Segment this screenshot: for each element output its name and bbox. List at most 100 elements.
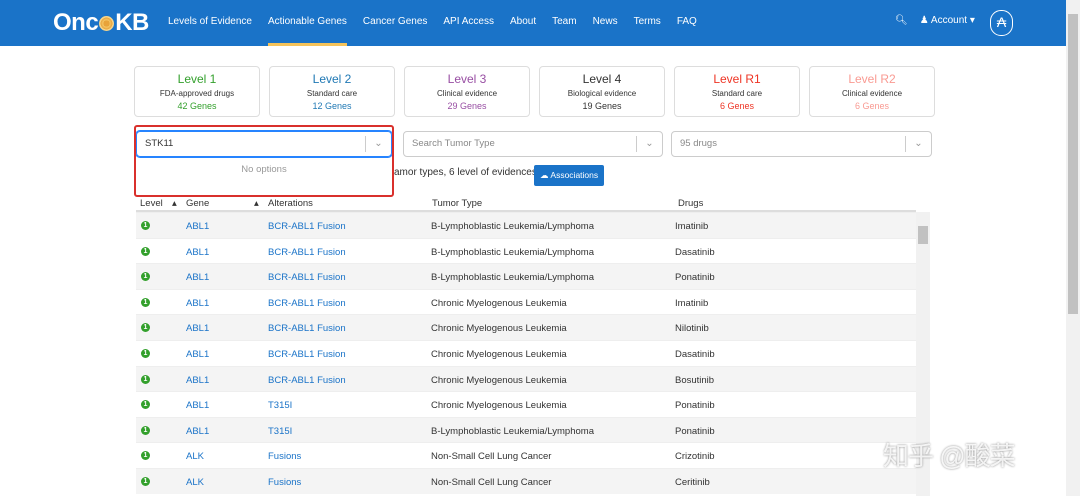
level-card[interactable]: Level 4 Biological evidence 19 Genes bbox=[539, 66, 665, 117]
alteration-link[interactable]: BCR-ABL1 Fusion bbox=[268, 272, 346, 283]
tumor-type: Chronic Myelogenous Leukemia bbox=[431, 374, 567, 386]
main-menu: Levels of Evidence Actionable Genes Cancer… bbox=[160, 0, 705, 46]
level-1-icon: 1 bbox=[141, 476, 150, 486]
level-card[interactable]: Level R2 Clinical evidence 6 Genes bbox=[809, 66, 935, 117]
gene-link[interactable]: ABL1 bbox=[186, 272, 209, 283]
associations-download-button[interactable]: ☁ Associations bbox=[534, 165, 605, 186]
alteration-link[interactable]: BCR-ABL1 Fusion bbox=[268, 323, 346, 334]
gene-link[interactable]: ABL1 bbox=[186, 400, 209, 411]
level-title: Level 3 bbox=[447, 72, 487, 86]
level-subtitle: Clinical evidence bbox=[841, 89, 903, 98]
alteration-link[interactable]: Fusions bbox=[268, 477, 301, 488]
tumor-type: Non-Small Cell Lung Cancer bbox=[431, 451, 552, 463]
top-navbar: Onc KB Levels of Evidence Actionable Genes… bbox=[0, 0, 1066, 46]
table-row: 1 ABL1 T315I B-Lymphoblastic Leukemia/Lymph… bbox=[136, 416, 916, 443]
nav-item-actionable-genes[interactable]: Actionable Genes bbox=[260, 0, 355, 46]
table-header: Level ▴ Gene ▴ Alterations Tumor Type Dr… bbox=[136, 195, 916, 212]
level-1-icon: 1 bbox=[141, 451, 150, 461]
watermark: 知乎 @酸菜 bbox=[883, 441, 1016, 471]
level-title: Level 4 bbox=[582, 72, 622, 86]
table-row: 1 ABL1 BCR-ABL1 Fusion B-Lymphoblastic Leuk… bbox=[136, 263, 916, 289]
drugs-select[interactable]: 95 drugs ⌄ bbox=[671, 131, 932, 157]
tumor-type-select[interactable]: Search Tumor Type ⌄ bbox=[403, 131, 663, 157]
level-subtitle: Biological evidence bbox=[567, 89, 637, 98]
alteration-link[interactable]: BCR-ABL1 Fusion bbox=[268, 247, 346, 258]
header-gene[interactable]: Gene bbox=[186, 198, 209, 209]
tumor-type: Chronic Myelogenous Leukemia bbox=[431, 400, 567, 412]
level-gene-count: 6 Genes bbox=[854, 101, 890, 111]
alteration-link[interactable]: BCR-ABL1 Fusion bbox=[268, 349, 346, 360]
tumor-type: B-Lymphoblastic Leukemia/Lymphoma bbox=[431, 221, 594, 232]
header-drugs[interactable]: Drugs bbox=[678, 198, 703, 209]
level-card[interactable]: Level R1 Standard care 6 Genes bbox=[674, 66, 800, 117]
table-row: 1 ALK Fusions Non-Small Cell Lung Cancer Cri… bbox=[136, 442, 916, 468]
level-title: Level 1 bbox=[177, 72, 217, 86]
gene-link[interactable]: ABL1 bbox=[186, 323, 209, 334]
level-card[interactable]: Level 2 Standard care 12 Genes bbox=[269, 66, 395, 117]
tumor-type: Chronic Myelogenous Leukemia bbox=[431, 348, 567, 360]
search-icon[interactable]: 🔍︎ bbox=[895, 15, 908, 26]
level-1-icon: 1 bbox=[141, 297, 150, 307]
mskcc-logo[interactable]: ₳ bbox=[990, 10, 1013, 36]
summary-text: amor types, 6 level of evidences) bbox=[394, 167, 541, 178]
drug: Dasatinib bbox=[675, 348, 715, 360]
header-alterations[interactable]: Alterations bbox=[268, 198, 313, 209]
tumor-type: B-Lymphoblastic Leukemia/Lymphoma bbox=[431, 272, 594, 284]
level-1-icon: 1 bbox=[141, 246, 150, 256]
table-body: 1 ABL1 BCR-ABL1 Fusion B-Lymphoblastic Leuk… bbox=[136, 212, 916, 494]
drug: Nilotinib bbox=[675, 323, 709, 335]
alteration-link[interactable]: T315I bbox=[268, 426, 292, 437]
level-title: Level 2 bbox=[312, 72, 352, 86]
header-tumor-type[interactable]: Tumor Type bbox=[432, 198, 482, 209]
level-gene-count: 29 Genes bbox=[447, 101, 487, 111]
level-gene-count: 42 Genes bbox=[177, 101, 217, 111]
gene-link[interactable]: ABL1 bbox=[186, 375, 209, 386]
chevron-down-icon[interactable]: ⌄ bbox=[905, 136, 931, 152]
level-subtitle: FDA-approved drugs bbox=[159, 89, 235, 98]
alteration-link[interactable]: BCR-ABL1 Fusion bbox=[268, 221, 346, 232]
alteration-link[interactable]: BCR-ABL1 Fusion bbox=[268, 298, 346, 309]
level-gene-count: 6 Genes bbox=[719, 101, 755, 111]
tumor-type: B-Lymphoblastic Leukemia/Lymphoma bbox=[431, 246, 594, 258]
nav-item-team[interactable]: Team bbox=[544, 0, 584, 46]
nav-item-api-access[interactable]: API Access bbox=[435, 0, 502, 46]
drug: Dasatinib bbox=[675, 246, 715, 258]
gene-link[interactable]: ALK bbox=[186, 451, 204, 462]
level-subtitle: Standard care bbox=[306, 89, 358, 98]
sort-icon[interactable]: ▴ bbox=[254, 198, 259, 209]
gene-link[interactable]: ABL1 bbox=[186, 426, 209, 437]
sort-icon[interactable]: ▴ bbox=[172, 198, 177, 209]
account-menu[interactable]: ♟ Account ▾ bbox=[920, 15, 975, 26]
tumor-type: Chronic Myelogenous Leukemia bbox=[431, 323, 567, 335]
gene-link[interactable]: ABL1 bbox=[186, 349, 209, 360]
table-row: 1 ABL1 BCR-ABL1 Fusion B-Lymphoblastic Leuk… bbox=[136, 237, 916, 264]
gene-link[interactable]: ABL1 bbox=[186, 247, 209, 258]
alteration-link[interactable]: BCR-ABL1 Fusion bbox=[268, 375, 346, 386]
header-level[interactable]: Level bbox=[140, 198, 163, 209]
oncokb-logo[interactable]: Onc KB bbox=[53, 9, 149, 37]
nav-item-cancer-genes[interactable]: Cancer Genes bbox=[355, 0, 435, 46]
table-row: 1 ABL1 BCR-ABL1 Fusion B-Lymphoblastic Leuk… bbox=[136, 212, 916, 238]
drug: Imatinib bbox=[675, 221, 709, 232]
gene-link[interactable]: ABL1 bbox=[186, 221, 209, 232]
chevron-down-icon[interactable]: ⌄ bbox=[636, 136, 662, 152]
nav-item-about[interactable]: About bbox=[502, 0, 544, 46]
drug: Ceritinib bbox=[675, 476, 710, 488]
page-scrollbar[interactable] bbox=[1066, 0, 1080, 496]
drug: Imatinib bbox=[675, 297, 709, 309]
level-1-icon: 1 bbox=[141, 323, 150, 333]
level-title: Level R2 bbox=[848, 72, 896, 86]
level-card[interactable]: Level 3 Clinical evidence 29 Genes bbox=[404, 66, 530, 117]
gene-link[interactable]: ALK bbox=[186, 477, 204, 488]
nav-item-levels-of-evidence[interactable]: Levels of Evidence bbox=[160, 0, 260, 46]
level-card[interactable]: Level 1 FDA-approved drugs 42 Genes bbox=[134, 66, 260, 117]
drug: Bosutinib bbox=[675, 374, 715, 386]
nav-item-terms[interactable]: Terms bbox=[626, 0, 669, 46]
alteration-link[interactable]: T315I bbox=[268, 400, 292, 411]
tumor-type: Chronic Myelogenous Leukemia bbox=[431, 297, 567, 309]
nav-item-faq[interactable]: FAQ bbox=[669, 0, 705, 46]
gene-link[interactable]: ABL1 bbox=[186, 298, 209, 309]
drug: Ponatinib bbox=[675, 425, 715, 437]
alteration-link[interactable]: Fusions bbox=[268, 451, 301, 462]
nav-item-news[interactable]: News bbox=[585, 0, 626, 46]
